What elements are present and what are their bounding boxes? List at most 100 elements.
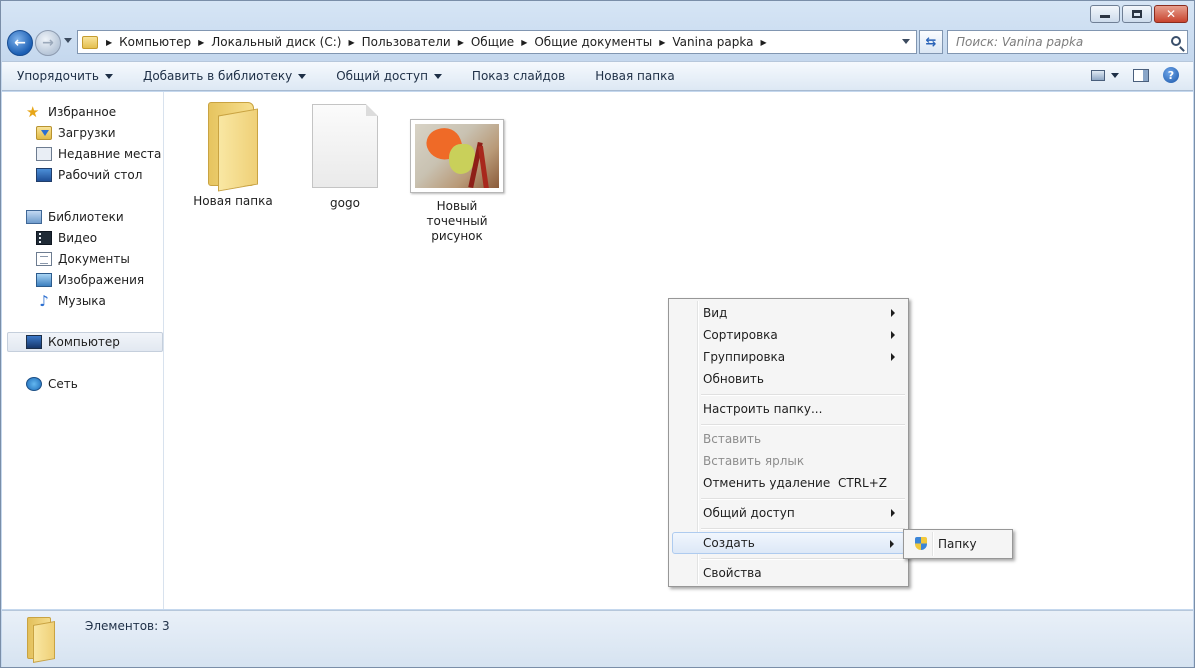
change-view-icon[interactable] [1091,69,1105,81]
sidebar-item-computer[interactable]: Компьютер [7,332,163,352]
chevron-right-icon[interactable]: ▶ [198,38,204,47]
help-icon[interactable]: ? [1163,67,1179,83]
view-controls: ? [1091,67,1179,83]
back-arrow-icon: ← [14,35,26,51]
main-area: ★ Избранное Загрузки Недавние места Рабоч… [2,92,1193,609]
file-item[interactable]: Новый точечный рисунок [407,119,507,244]
file-name: Новый точечный рисунок [426,199,488,243]
file-item[interactable]: Новая папка [183,102,283,209]
star-icon: ★ [26,103,40,121]
caption-buttons: ✕ [1090,5,1188,23]
minimize-button[interactable] [1090,5,1120,23]
chevron-down-icon [433,73,442,79]
navigation-pane: ★ Избранное Загрузки Недавние места Рабоч… [2,92,164,609]
address-bar[interactable]: ▶ Компьютер ▶ Локальный диск (C:) ▶ Поль… [77,30,917,54]
context-menu: Вид Сортировка Группировка Обновить Наст… [668,298,909,587]
refresh-icon: ⇆ [925,34,937,50]
maximize-icon [1132,10,1142,18]
command-bar: Упорядочить Добавить в библиотеку Общий … [2,61,1193,91]
new-folder-button[interactable]: Новая папка [580,62,689,90]
folder-icon [24,617,64,663]
sidebar-item-video[interactable]: Видео [36,228,97,248]
breadcrumb-public[interactable]: Общие [471,35,514,49]
shield-icon [913,536,929,552]
search-icon[interactable] [1171,36,1181,46]
breadcrumb-computer[interactable]: Компьютер [119,35,191,49]
file-item[interactable]: gogo [295,104,395,211]
chevron-right-icon[interactable]: ▶ [760,38,766,47]
forward-button[interactable]: → [35,30,61,56]
sidebar-item-desktop[interactable]: Рабочий стол [36,165,142,185]
search-box[interactable] [947,30,1188,54]
downloads-folder-icon [36,126,52,140]
menu-item-share[interactable]: Общий доступ [672,502,905,524]
document-icon [312,104,378,188]
recent-pages-dropdown[interactable] [64,38,72,43]
sidebar-item-network[interactable]: Сеть [26,374,78,394]
chevron-right-icon[interactable]: ▶ [106,38,112,47]
submenu-arrow-icon [891,353,895,361]
sidebar-item-music[interactable]: ♪ Музыка [36,291,106,311]
computer-icon [26,335,42,349]
submenu-arrow-icon [890,540,894,548]
shortcut-text: CTRL+Z [837,476,887,490]
share-button[interactable]: Общий доступ [321,62,457,90]
menu-item-customize-folder[interactable]: Настроить папку... [672,398,905,420]
view-options-dropdown[interactable] [1111,72,1119,78]
video-library-icon [36,231,52,245]
sidebar-item-documents[interactable]: Документы [36,249,130,269]
chevron-right-icon[interactable]: ▶ [348,38,354,47]
menu-separator [701,394,905,396]
menu-item-paste: Вставить [703,432,762,446]
minimize-icon [1100,15,1110,18]
folder-icon [204,102,262,192]
sidebar-item-downloads[interactable]: Загрузки [36,123,116,143]
item-count: Элементов: 3 [85,619,170,633]
sidebar-item-recent-places[interactable]: Недавние места [36,144,161,164]
recent-places-icon [36,147,52,161]
chevron-right-icon[interactable]: ▶ [521,38,527,47]
menu-item-create[interactable]: Создать [672,532,905,554]
submenu-arrow-icon [891,331,895,339]
add-to-library-button[interactable]: Добавить в библиотеку [128,62,321,90]
address-history-dropdown[interactable] [902,39,910,44]
chevron-right-icon[interactable]: ▶ [458,38,464,47]
menu-separator [701,528,905,530]
menu-item-refresh[interactable]: Обновить [672,368,905,390]
menu-separator [701,424,905,426]
bitmap-thumbnail [410,119,504,193]
menu-item-properties[interactable]: Свойства [672,562,905,584]
pictures-library-icon [36,273,52,287]
libraries-icon [26,210,42,224]
sidebar-item-favorites[interactable]: ★ Избранное [26,102,116,122]
menu-item-undo-delete[interactable]: Отменить удаление CTRL+Z [672,472,905,494]
breadcrumb-local-disk[interactable]: Локальный диск (C:) [211,35,341,49]
breadcrumb-current-folder[interactable]: Vanina papka [672,35,753,49]
menu-item-new-folder[interactable]: Папку [907,533,1011,555]
menu-separator [701,498,905,500]
slideshow-button[interactable]: Показ слайдов [457,62,580,90]
network-icon [26,377,42,391]
refresh-button[interactable]: ⇆ [919,30,943,54]
maximize-button[interactable] [1122,5,1152,23]
back-button[interactable]: ← [7,30,33,56]
navigation-row: ← → ▶ Компьютер ▶ Локальный диск (C:) ▶ … [7,28,1190,56]
music-note-icon: ♪ [39,292,49,310]
menu-item-view[interactable]: Вид [672,302,905,324]
search-input[interactable] [956,35,1156,49]
breadcrumb-users[interactable]: Пользователи [362,35,451,49]
chevron-right-icon[interactable]: ▶ [659,38,665,47]
sidebar-item-libraries[interactable]: Библиотеки [26,207,124,227]
explorer-window: ✕ ← → ▶ Компьютер ▶ Локальный диск (C:) … [0,0,1195,668]
desktop-icon [36,168,52,182]
breadcrumb-public-documents[interactable]: Общие документы [534,35,652,49]
menu-item-group[interactable]: Группировка [672,346,905,368]
chevron-down-icon [298,73,307,79]
sidebar-item-images[interactable]: Изображения [36,270,144,290]
close-button[interactable]: ✕ [1154,5,1188,23]
menu-item-sort[interactable]: Сортировка [672,324,905,346]
preview-pane-icon[interactable] [1133,68,1149,82]
file-name: Новая папка [193,194,273,208]
organize-button[interactable]: Упорядочить [2,62,128,90]
submenu-arrow-icon [891,509,895,517]
